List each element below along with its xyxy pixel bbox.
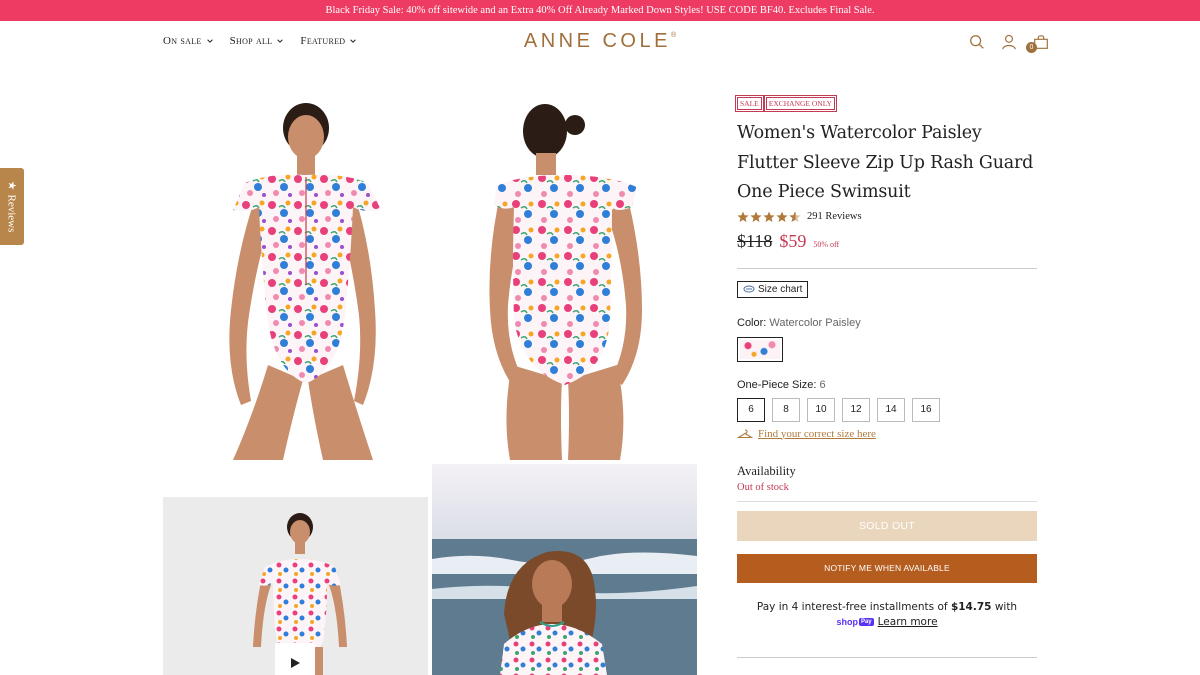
video-thumbnail[interactable] (163, 497, 428, 675)
product-title: Women's Watercolor Paisley Flutter Sleev… (737, 123, 1034, 202)
divider (737, 656, 1037, 658)
shop-pay-brand: shop (836, 616, 858, 627)
availability-status: Out of stock (737, 481, 789, 493)
hanger-icon (737, 428, 753, 438)
installments-with: with (994, 600, 1018, 613)
nav-item-label: Shop all (229, 35, 273, 47)
notify-me-button[interactable]: NOTIFY ME WHEN AVAILABLE (737, 553, 1037, 583)
installments-line: Pay in 4 interest-free installments of $… (737, 600, 1037, 615)
nav-item-featured[interactable]: Featured (300, 35, 357, 47)
size-selector: 6 8 10 12 14 16 (737, 397, 1037, 422)
logo-text: ANNE COLE (523, 30, 671, 52)
model-back-image[interactable] (432, 95, 697, 460)
size-label: One-Piece Size: (737, 378, 817, 391)
sale-badge: SALE (735, 95, 764, 112)
divider (737, 500, 1037, 502)
chevron-down-icon (206, 39, 213, 43)
original-price: $118 (737, 230, 773, 251)
find-size-row: Find your correct size here (737, 428, 1037, 440)
product-info: SALE EXCHANGE ONLY Women's Watercolor Pa… (735, 95, 1037, 658)
reviews-tab-label: Reviews (6, 194, 19, 233)
chevron-down-icon (277, 39, 284, 43)
sale-price: $59 (779, 230, 807, 251)
star-icon (776, 211, 788, 222)
cart-count-badge: 0 (1026, 42, 1037, 53)
play-icon (291, 658, 300, 668)
beach-lifestyle-image[interactable] (432, 464, 697, 675)
exchange-only-badge: EXCHANGE ONLY (763, 95, 837, 112)
shop-pay-badge: Pay (858, 618, 874, 626)
review-count[interactable]: 291 Reviews (807, 211, 862, 222)
ruler-icon (743, 285, 755, 293)
size-option-6[interactable]: 6 (737, 397, 765, 422)
nav-item-label: Featured (300, 35, 346, 47)
learn-more-link[interactable]: Learn more (878, 615, 938, 630)
star-icon (763, 211, 775, 222)
installments-text: Pay in 4 interest-free installments of (756, 600, 948, 613)
find-size-link[interactable]: Find your correct size here (758, 428, 876, 440)
half-star-icon (789, 211, 801, 222)
star-icon (750, 211, 762, 222)
header-icons: 0 (968, 33, 1050, 53)
product-rating[interactable]: 291 Reviews (737, 211, 1037, 223)
size-option-10[interactable]: 10 (807, 397, 835, 422)
availability-title: Availability (737, 463, 796, 478)
size-chart-button[interactable]: Size chart (737, 280, 809, 298)
discount-label: 50% off (813, 239, 840, 249)
shop-pay-line: shop Pay Learn more (737, 615, 1037, 630)
model-front-image[interactable] (163, 95, 428, 460)
size-option-14[interactable]: 14 (877, 397, 905, 422)
sold-out-button[interactable]: SOLD OUT (737, 510, 1037, 541)
reviews-side-tab[interactable]: ★ Reviews (0, 168, 24, 245)
color-value: Watercolor Paisley (769, 316, 861, 329)
size-value: 6 (819, 378, 826, 391)
size-option-8[interactable]: 8 (772, 397, 800, 422)
size-option-16[interactable]: 16 (912, 397, 940, 422)
star-icon: ★ (5, 180, 18, 191)
model-back-illustration (489, 104, 642, 460)
beach-illustration (432, 464, 697, 675)
site-header: On sale Shop all Featured ANNE COLE® 0 (0, 21, 1200, 66)
account-icon[interactable] (1000, 33, 1018, 51)
main-nav: On sale Shop all Featured (163, 35, 357, 47)
size-chart-label: Size chart (758, 283, 803, 295)
play-button[interactable] (275, 643, 315, 675)
installment-amount: $14.75 (950, 600, 992, 613)
shop-pay-logo: shop Pay (836, 615, 874, 630)
star-icon (737, 211, 749, 222)
divider (737, 267, 1037, 269)
cart-button[interactable]: 0 (1026, 33, 1050, 53)
brand-logo[interactable]: ANNE COLE® (520, 30, 680, 53)
size-option-12[interactable]: 12 (842, 397, 870, 422)
color-swatch-watercolor-paisley[interactable] (737, 336, 783, 362)
price-row: $118 $59 50% off (737, 231, 1037, 252)
nav-item-label: On sale (163, 35, 202, 47)
color-option-label: Color: Watercolor Paisley (737, 317, 1037, 329)
announcement-bar[interactable]: Black Friday Sale: 40% off sitewide and … (0, 0, 1200, 21)
model-front-illustration (229, 103, 381, 460)
chevron-down-icon (350, 39, 357, 43)
star-rating (737, 211, 801, 223)
swatch-pattern (740, 339, 780, 359)
nav-item-shop-all[interactable]: Shop all (230, 35, 285, 47)
registered-mark: ® (670, 32, 677, 40)
nav-item-on-sale[interactable]: On sale (163, 35, 214, 47)
product-badges: SALE EXCHANGE ONLY (735, 95, 1037, 112)
shop-pay-installments: Pay in 4 interest-free installments of $… (737, 600, 1037, 630)
search-icon[interactable] (968, 33, 986, 51)
size-option-label: One-Piece Size: 6 (737, 379, 1037, 391)
color-label: Color: (737, 316, 767, 329)
